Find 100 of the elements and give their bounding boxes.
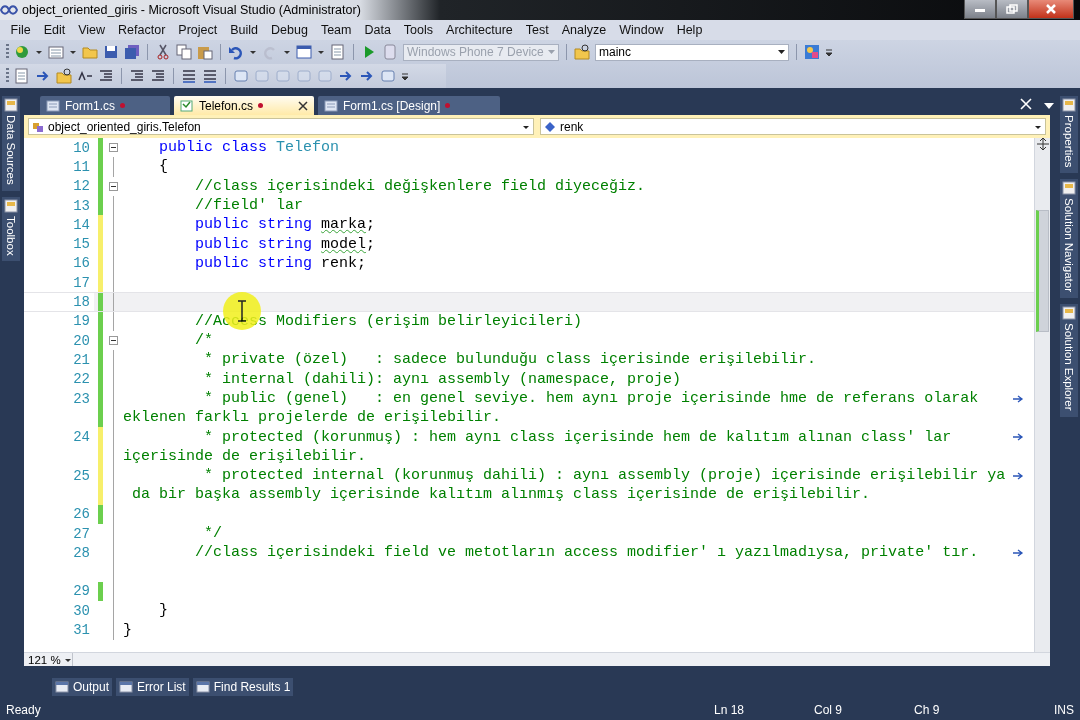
zoom-level[interactable]: 121 %	[24, 653, 64, 666]
tab-menu-caret-icon[interactable]	[1044, 103, 1054, 109]
code-line: }	[158, 602, 169, 620]
menu-item[interactable]: Build	[223, 23, 265, 37]
indent-icon[interactable]	[129, 68, 145, 84]
line-number: 10	[73, 139, 91, 156]
cursor-column: Col 9	[814, 703, 914, 717]
window-title: object_oriented_giris - Microsoft Visual Studio (Administrator)	[22, 3, 361, 17]
menu-item[interactable]: Window	[612, 23, 671, 37]
paste-icon[interactable]	[197, 44, 213, 60]
menu-item[interactable]: Test	[519, 23, 556, 37]
comment-icon[interactable]	[202, 68, 218, 84]
document-icon[interactable]	[330, 44, 346, 60]
menu-item[interactable]: Refactor	[111, 23, 172, 37]
word-wrap-icon	[1012, 470, 1024, 481]
split-handle-icon[interactable]	[1036, 138, 1049, 150]
find-field[interactable]: mainc	[595, 43, 789, 61]
app-icon	[0, 5, 18, 15]
line-number: 25	[73, 467, 91, 484]
line-number: 18	[73, 294, 91, 310]
menu-item[interactable]: Project	[171, 23, 224, 37]
field-icon	[544, 120, 556, 133]
save-icon[interactable]	[103, 44, 119, 60]
type-dropdown[interactable]: object_oriented_giris.Telefon	[28, 118, 534, 135]
close-icon	[1045, 4, 1057, 14]
line-number: 22	[73, 371, 91, 388]
indent-icon[interactable]	[98, 68, 114, 84]
code-line: //field' lar	[194, 197, 305, 215]
folder-search-icon[interactable]	[56, 68, 72, 84]
code-line: }	[123, 621, 133, 639]
restore-button[interactable]	[996, 0, 1028, 19]
code-line: * protected internal (korunmuş dahili) : aynı assembly (proje) içerisinde erişilebilir ya	[203, 467, 1007, 485]
modified-dot-icon	[120, 103, 125, 108]
menu-item[interactable]: File	[4, 23, 38, 37]
code-line: public string model;	[194, 235, 377, 253]
insert-mode: INS	[1054, 703, 1074, 717]
document-tab[interactable]: Form1.cs	[40, 96, 170, 115]
window-icon[interactable]	[296, 44, 312, 60]
close-icon[interactable]	[298, 100, 308, 111]
line-number: 29	[73, 583, 91, 600]
panel-icon	[1062, 306, 1076, 321]
code-file-icon	[46, 99, 60, 112]
menu-item[interactable]: Architecture	[439, 23, 520, 37]
line-number: 13	[73, 197, 91, 214]
collapse-icon[interactable]	[108, 336, 118, 346]
line-number: 26	[73, 506, 91, 523]
menu-item[interactable]: Data	[357, 23, 398, 37]
scroll-thumb[interactable]	[1036, 210, 1049, 332]
code-line: public string marka;	[194, 216, 377, 234]
copy-icon[interactable]	[176, 44, 192, 60]
comment-icon[interactable]	[181, 68, 197, 84]
menu-item[interactable]: Analyze	[555, 23, 613, 37]
code-file-icon	[324, 99, 338, 112]
line-number: 12	[73, 178, 91, 195]
panel-icon	[1062, 98, 1076, 112]
tool-window-tab[interactable]: Output	[52, 677, 113, 696]
menu-item[interactable]: Debug	[264, 23, 315, 37]
cursor-line: Ln 18	[714, 703, 745, 717]
menu-item[interactable]: Tools	[397, 23, 440, 37]
status-message: Ready	[6, 703, 41, 717]
code-line: public class Telefon	[158, 139, 341, 157]
collapse-icon[interactable]	[108, 181, 118, 191]
document-icon[interactable]	[14, 68, 30, 84]
modified-dot-icon	[445, 103, 451, 108]
document-tab[interactable]: Telefon.cs	[174, 96, 314, 115]
cursor-char: Ch 9	[914, 703, 941, 717]
line-number: 17	[73, 274, 91, 291]
tool-window-tab[interactable]: Error List	[116, 677, 189, 696]
menu-item[interactable]: Team	[314, 23, 358, 37]
member-dropdown[interactable]: renk	[540, 118, 1046, 135]
collapse-icon[interactable]	[108, 143, 118, 153]
caret-icon	[548, 50, 555, 54]
code-line: * private (özel) : sadece bulunduğu class içerisinde erişilebilir.	[203, 351, 818, 369]
code-line: //class içerisindeki field ve metotların access modifier' ı yazılmadıysa, private' tır.	[194, 544, 980, 562]
minimize-button[interactable]	[964, 0, 996, 19]
caret-icon	[778, 50, 785, 54]
close-button[interactable]	[1028, 0, 1074, 19]
menu-item[interactable]: Edit	[37, 23, 72, 37]
word-wrap-icon	[1012, 432, 1024, 443]
platform-dropdown: Windows Phone 7 Device	[403, 43, 559, 61]
panel-icon	[55, 680, 69, 693]
code-line: * internal (dahili): aynı assembly (namespace, proje)	[203, 370, 683, 388]
document-tab[interactable]: Form1.cs [Design]	[318, 96, 500, 115]
menu-item[interactable]: View	[71, 23, 112, 37]
tool-window-tab[interactable]: Find Results 1	[192, 677, 294, 696]
menu-item[interactable]: Help	[670, 23, 709, 37]
vertical-scrollbar[interactable]	[1034, 138, 1050, 652]
panel-icon	[119, 680, 134, 693]
scissors-icon[interactable]	[155, 44, 171, 60]
horizontal-scrollbar[interactable]: 121 %	[24, 652, 1050, 666]
code-line: public string renk;	[194, 254, 368, 272]
undo-icon[interactable]	[228, 44, 244, 60]
line-number: 24	[73, 429, 91, 446]
indent-icon[interactable]	[150, 68, 166, 84]
save-all-icon[interactable]	[124, 44, 140, 60]
line-number: 11	[73, 158, 91, 175]
code-line: * public (genel) : en genel seviye. hem aynı proje içerisinde hme de referans olarak	[203, 390, 980, 407]
folder-search-icon[interactable]	[574, 44, 590, 60]
code-line: içerisinde de erişilebilir.	[123, 447, 368, 465]
add-item-icon[interactable]	[48, 44, 64, 60]
